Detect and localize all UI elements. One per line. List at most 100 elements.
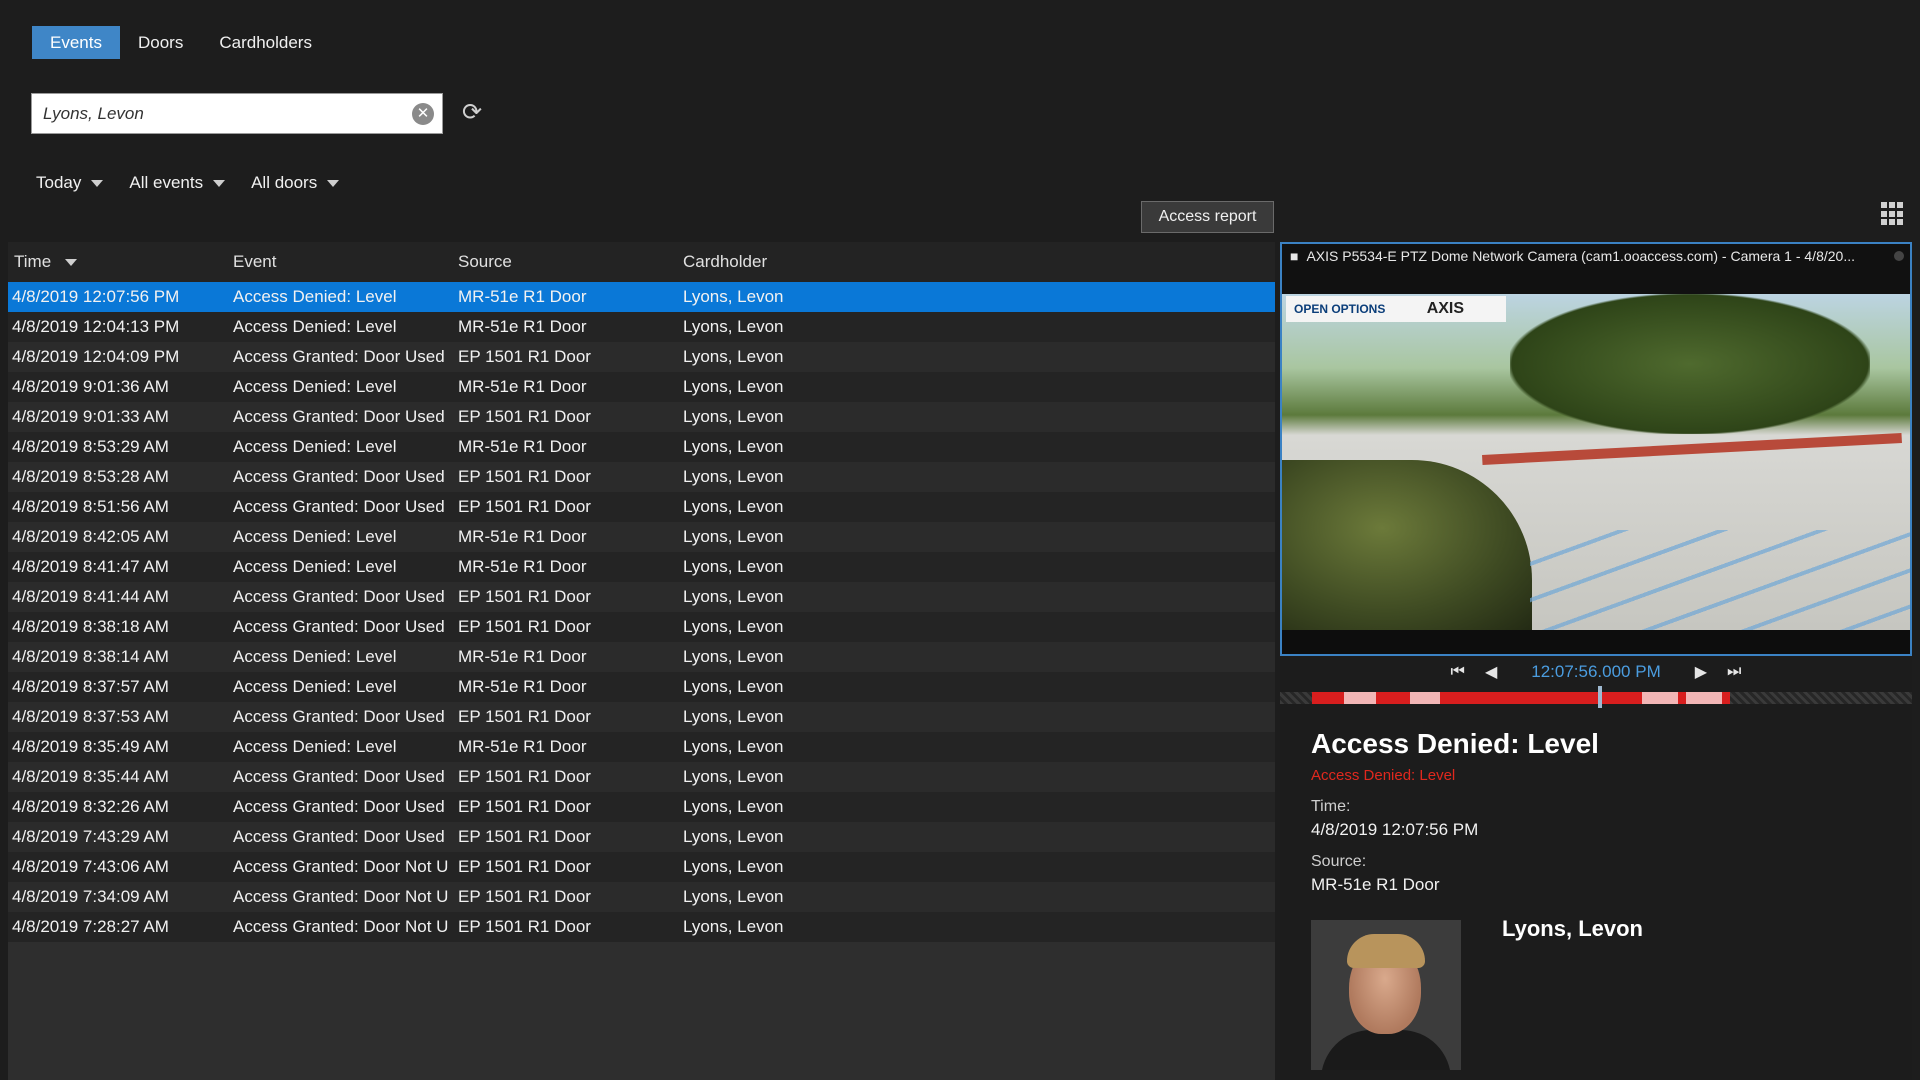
cell-event: Access Granted: Door Used bbox=[233, 347, 445, 366]
cell-source: EP 1501 R1 Door bbox=[458, 347, 591, 366]
cell-source: EP 1501 R1 Door bbox=[458, 497, 591, 516]
table-row[interactable]: 4/8/2019 12:04:09 PM Access Granted: Door… bbox=[8, 342, 1275, 372]
layout-grid-icon[interactable] bbox=[1881, 202, 1905, 226]
header-cardholder[interactable]: Cardholder bbox=[683, 252, 908, 272]
tab-bar: Events Doors Cardholders bbox=[32, 26, 330, 59]
overlay-axis: AXIS bbox=[1426, 300, 1465, 317]
cell-cardholder: Lyons, Levon bbox=[683, 887, 784, 906]
cell-cardholder: Lyons, Levon bbox=[683, 527, 784, 546]
cell-event: Access Granted: Door Not U bbox=[233, 857, 449, 876]
events-filter-dropdown[interactable]: All events bbox=[129, 173, 226, 193]
refresh-icon[interactable]: ⟳ bbox=[458, 99, 486, 127]
event-title: Access Denied: Level bbox=[1311, 728, 1599, 759]
table-row[interactable]: 4/8/2019 12:07:56 PM Access Denied: Level… bbox=[8, 282, 1275, 312]
camera-panel[interactable]: ■ AXIS P5534-E PTZ Dome Network Camera (… bbox=[1280, 242, 1912, 656]
cell-cardholder: Lyons, Levon bbox=[683, 707, 784, 726]
table-row[interactable]: 4/8/2019 8:32:26 AM Access Granted: Door … bbox=[8, 792, 1275, 822]
table-row[interactable]: 4/8/2019 8:37:57 AM Access Denied: Level M… bbox=[8, 672, 1275, 702]
cell-cardholder: Lyons, Levon bbox=[683, 767, 784, 786]
cell-event: Access Granted: Door Not U bbox=[233, 887, 449, 906]
cell-source: MR-51e R1 Door bbox=[458, 287, 587, 306]
search-input[interactable] bbox=[32, 94, 392, 133]
cell-cardholder: Lyons, Levon bbox=[683, 617, 784, 636]
sort-desc-icon bbox=[65, 258, 78, 266]
table-row[interactable]: 4/8/2019 8:38:18 AM Access Granted: Door … bbox=[8, 612, 1275, 642]
cell-event: Access Denied: Level bbox=[233, 287, 397, 306]
cell-time: 4/8/2019 8:53:28 AM bbox=[12, 467, 169, 486]
event-subtitle: Access Denied: Level bbox=[1311, 767, 1456, 784]
table-row[interactable]: 4/8/2019 8:42:05 AM Access Denied: Level M… bbox=[8, 522, 1275, 552]
doors-filter-dropdown[interactable]: All doors bbox=[251, 173, 340, 193]
header-time[interactable]: Time bbox=[8, 252, 233, 272]
header-event[interactable]: Event bbox=[233, 252, 458, 272]
cell-time: 4/8/2019 7:43:29 AM bbox=[12, 827, 169, 846]
camera-bottom-bar bbox=[1282, 630, 1910, 654]
table-row[interactable]: 4/8/2019 9:01:36 AM Access Denied: Level M… bbox=[8, 372, 1275, 402]
cell-time: 4/8/2019 12:04:13 PM bbox=[12, 317, 180, 336]
cell-time: 4/8/2019 8:35:44 AM bbox=[12, 767, 169, 786]
cell-time: 4/8/2019 7:43:06 AM bbox=[12, 857, 169, 876]
cell-cardholder: Lyons, Levon bbox=[683, 737, 784, 756]
table-row[interactable]: 4/8/2019 7:28:27 AM Access Granted: Door … bbox=[8, 912, 1275, 942]
skip-back-icon[interactable]: ⏮ bbox=[1451, 663, 1465, 681]
cell-time: 4/8/2019 9:01:33 AM bbox=[12, 407, 169, 426]
camera-overlay-logo: OPEN OPTIONS AXIS bbox=[1286, 296, 1506, 322]
access-report-button[interactable]: Access report bbox=[1141, 201, 1274, 233]
cell-time: 4/8/2019 8:53:29 AM bbox=[12, 437, 169, 456]
table-row[interactable]: 4/8/2019 8:41:47 AM Access Denied: Level M… bbox=[8, 552, 1275, 582]
tab-cardholders[interactable]: Cardholders bbox=[201, 26, 330, 59]
timeline-segment bbox=[1686, 692, 1722, 704]
cell-source: EP 1501 R1 Door bbox=[458, 707, 591, 726]
table-row[interactable]: 4/8/2019 8:41:44 AM Access Granted: Door … bbox=[8, 582, 1275, 612]
table-row[interactable]: 4/8/2019 8:37:53 AM Access Granted: Door … bbox=[8, 702, 1275, 732]
cell-source: MR-51e R1 Door bbox=[458, 557, 587, 576]
cell-time: 4/8/2019 8:38:18 AM bbox=[12, 617, 169, 636]
camera-title-bar: ■ AXIS P5534-E PTZ Dome Network Camera (… bbox=[1282, 244, 1910, 268]
timeline-track[interactable] bbox=[1280, 692, 1912, 704]
cell-source: MR-51e R1 Door bbox=[458, 377, 587, 396]
clear-icon[interactable]: ✕ bbox=[412, 103, 434, 125]
table-row[interactable]: 4/8/2019 8:51:56 AM Access Granted: Door … bbox=[8, 492, 1275, 522]
camera-status-icon bbox=[1894, 251, 1904, 261]
tab-events[interactable]: Events bbox=[32, 26, 120, 59]
cell-time: 4/8/2019 8:37:57 AM bbox=[12, 677, 169, 696]
search-box: ✕ bbox=[31, 93, 443, 134]
table-row[interactable]: 4/8/2019 8:53:29 AM Access Denied: Level M… bbox=[8, 432, 1275, 462]
timeline-segment bbox=[1344, 692, 1376, 704]
table-row[interactable]: 4/8/2019 9:01:33 AM Access Granted: Door … bbox=[8, 402, 1275, 432]
cell-cardholder: Lyons, Levon bbox=[683, 587, 784, 606]
step-back-icon[interactable]: ◀ bbox=[1485, 662, 1497, 682]
cell-source: EP 1501 R1 Door bbox=[458, 827, 591, 846]
cell-event: Access Granted: Door Used bbox=[233, 467, 445, 486]
camera-video-feed[interactable]: OPEN OPTIONS AXIS bbox=[1282, 294, 1910, 630]
scene-parking-lines bbox=[1530, 530, 1910, 630]
date-filter-label: Today bbox=[36, 173, 82, 192]
date-filter-dropdown[interactable]: Today bbox=[36, 173, 104, 193]
cell-time: 4/8/2019 8:38:14 AM bbox=[12, 647, 169, 666]
cell-cardholder: Lyons, Levon bbox=[683, 287, 784, 306]
play-icon[interactable]: ▶ bbox=[1695, 662, 1707, 682]
chevron-down-icon bbox=[327, 179, 340, 187]
cell-source: EP 1501 R1 Door bbox=[458, 767, 591, 786]
timeline-playhead[interactable] bbox=[1598, 686, 1602, 708]
cell-source: EP 1501 R1 Door bbox=[458, 587, 591, 606]
tab-doors[interactable]: Doors bbox=[120, 26, 201, 59]
skip-forward-icon[interactable]: ⏭ bbox=[1727, 663, 1741, 681]
cell-event: Access Denied: Level bbox=[233, 557, 397, 576]
cell-time: 4/8/2019 7:28:27 AM bbox=[12, 917, 169, 936]
table-row[interactable]: 4/8/2019 12:04:13 PM Access Denied: Level… bbox=[8, 312, 1275, 342]
table-row[interactable]: 4/8/2019 8:38:14 AM Access Denied: Level M… bbox=[8, 642, 1275, 672]
table-row[interactable]: 4/8/2019 7:43:29 AM Access Granted: Door … bbox=[8, 822, 1275, 852]
table-row[interactable]: 4/8/2019 7:43:06 AM Access Granted: Door … bbox=[8, 852, 1275, 882]
cell-time: 4/8/2019 8:41:47 AM bbox=[12, 557, 169, 576]
cardholder-name: Lyons, Levon bbox=[1502, 916, 1643, 941]
cell-source: MR-51e R1 Door bbox=[458, 437, 587, 456]
table-row[interactable]: 4/8/2019 8:35:49 AM Access Denied: Level M… bbox=[8, 732, 1275, 762]
cell-cardholder: Lyons, Levon bbox=[683, 317, 784, 336]
table-row[interactable]: 4/8/2019 8:35:44 AM Access Granted: Door … bbox=[8, 762, 1275, 792]
header-source[interactable]: Source bbox=[458, 252, 683, 272]
time-value: 4/8/2019 12:07:56 PM bbox=[1311, 820, 1479, 839]
table-row[interactable]: 4/8/2019 7:34:09 AM Access Granted: Door … bbox=[8, 882, 1275, 912]
table-row[interactable]: 4/8/2019 8:53:28 AM Access Granted: Door … bbox=[8, 462, 1275, 492]
overlay-brand: OPEN OPTIONS bbox=[1294, 302, 1386, 316]
